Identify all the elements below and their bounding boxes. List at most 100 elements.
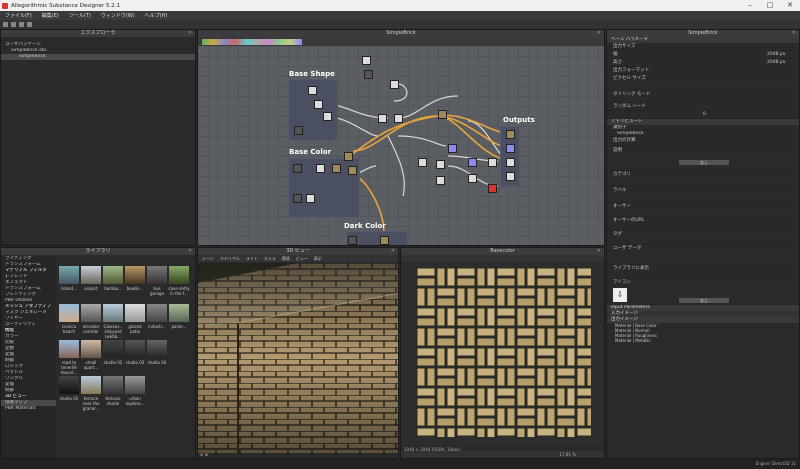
seed-value[interactable]: 0 xyxy=(703,111,706,118)
thumb-image[interactable] xyxy=(169,266,189,284)
prop-author-url[interactable]: オーサーのURL xyxy=(607,217,799,231)
prop-pixel-size[interactable]: ピクセル サイズ xyxy=(607,75,799,91)
open-file-icon[interactable] xyxy=(11,22,16,27)
prop-description[interactable]: 説明 xyxy=(607,147,799,171)
graph-node[interactable] xyxy=(308,86,317,95)
menu-tools[interactable]: ツール(T) xyxy=(69,12,91,19)
prop-show-in-library[interactable]: ライブラリに表示 xyxy=(607,265,799,279)
download-icon[interactable]: ⇩ xyxy=(613,288,627,302)
close-icon[interactable]: ✕ xyxy=(188,248,192,255)
graph-node[interactable] xyxy=(468,174,477,183)
menu-help[interactable]: ヘルプ(H) xyxy=(145,12,168,19)
layout-icon[interactable] xyxy=(27,22,32,27)
close-icon[interactable]: ✕ xyxy=(780,0,800,11)
graph-node[interactable] xyxy=(378,114,387,123)
graph-node[interactable] xyxy=(323,112,332,121)
thumb-image[interactable] xyxy=(125,340,145,358)
maximize-icon[interactable]: □ xyxy=(760,0,780,11)
2d-viewport[interactable] xyxy=(401,263,604,445)
thumb-image[interactable] xyxy=(59,340,79,358)
graph-node[interactable] xyxy=(380,236,389,245)
prop-tags[interactable]: タグ xyxy=(607,231,799,245)
output-node[interactable] xyxy=(506,130,515,139)
minimize-icon[interactable]: – xyxy=(740,0,760,11)
graph-node[interactable] xyxy=(468,158,477,167)
output-node[interactable] xyxy=(506,172,515,181)
close-icon[interactable]: ✕ xyxy=(391,248,395,255)
menu-file[interactable]: ファイル(F) xyxy=(5,12,32,19)
height-value[interactable]: 2048 px xyxy=(767,59,785,66)
3d-menu-display[interactable]: 表示 xyxy=(314,255,322,262)
thumb-image[interactable] xyxy=(103,304,123,322)
prop-label[interactable]: ラベル xyxy=(607,187,799,203)
thumb-image[interactable] xyxy=(147,266,167,284)
output-node[interactable] xyxy=(506,144,515,153)
3d-menu-view[interactable]: ビュー xyxy=(296,255,308,262)
thumb-image[interactable] xyxy=(147,304,167,322)
graph-node[interactable] xyxy=(362,56,371,65)
3d-menu-env[interactable]: 環境 xyxy=(282,255,290,262)
graph-node[interactable] xyxy=(344,152,353,161)
graph-node[interactable] xyxy=(306,194,315,203)
graph-node[interactable] xyxy=(488,184,497,193)
thumb-image[interactable] xyxy=(103,376,123,394)
output-node[interactable] xyxy=(506,158,515,167)
thumb-image[interactable] xyxy=(81,266,101,284)
graph-node[interactable] xyxy=(348,166,357,175)
graph-node[interactable] xyxy=(448,144,457,153)
thumb-image[interactable] xyxy=(81,340,101,358)
prop-seed-value[interactable]: 0 xyxy=(607,111,799,119)
menu-edit[interactable]: 編集(E) xyxy=(42,12,59,19)
prop-category[interactable]: カテゴリ xyxy=(607,171,799,187)
close-icon[interactable]: ✕ xyxy=(188,30,192,37)
thumb-image[interactable] xyxy=(103,340,123,358)
thumb-image[interactable] xyxy=(59,376,79,394)
close-icon[interactable]: ✕ xyxy=(792,30,796,37)
thumb-image[interactable] xyxy=(59,304,79,322)
graph-node[interactable] xyxy=(348,236,357,245)
graph-node[interactable] xyxy=(390,80,399,89)
graph-node[interactable] xyxy=(418,158,427,167)
library-pbr[interactable]: PBR Materials xyxy=(1,406,56,412)
graph-node[interactable] xyxy=(488,158,497,167)
graph-node[interactable] xyxy=(294,126,303,135)
thumb-image[interactable] xyxy=(103,266,123,284)
width-value[interactable]: 2048 px xyxy=(767,51,785,58)
3d-menu-material[interactable]: マテリアル xyxy=(220,255,240,262)
thumb-image[interactable] xyxy=(81,376,101,394)
thumb-image[interactable] xyxy=(147,340,167,358)
graph-node[interactable] xyxy=(438,110,447,119)
prop-author[interactable]: オーサー xyxy=(607,203,799,217)
save-icon[interactable] xyxy=(19,22,24,27)
menu-window[interactable]: ウィンドウ(W) xyxy=(101,12,135,19)
graph-node[interactable] xyxy=(314,100,323,109)
zoom-level[interactable]: 17.81 % xyxy=(559,452,576,457)
3d-menu-light[interactable]: ライト xyxy=(246,255,258,262)
graph-node[interactable] xyxy=(436,160,445,169)
explorer-item-graph[interactable]: SimpleBrick xyxy=(1,54,195,60)
graph-canvas[interactable]: Base Shape Base Color Dark Color Outputs xyxy=(198,46,604,245)
prop-tiling[interactable]: タイリング モード xyxy=(607,91,799,103)
prop-random-seed[interactable]: ランダム シード xyxy=(607,103,799,111)
thumb-image[interactable] xyxy=(81,304,101,322)
graph-node[interactable] xyxy=(316,164,325,173)
new-file-icon[interactable] xyxy=(3,22,8,27)
atomic-nodes-bar[interactable] xyxy=(202,38,302,45)
graph-node[interactable] xyxy=(332,164,341,173)
thumb-image[interactable] xyxy=(169,304,189,322)
graph-node[interactable] xyxy=(394,114,403,123)
thumb-image[interactable] xyxy=(125,376,145,394)
thumb-image[interactable] xyxy=(125,266,145,284)
close-icon[interactable]: ✕ xyxy=(597,30,601,37)
graph-node[interactable] xyxy=(293,194,302,203)
close-icon[interactable]: ✕ xyxy=(597,248,601,255)
3d-menu-scene[interactable]: シーン xyxy=(202,255,214,262)
thumb-image[interactable] xyxy=(125,304,145,322)
output-item[interactable]: Material | Metallic xyxy=(607,338,799,343)
graph-node[interactable] xyxy=(436,176,445,185)
none-button[interactable]: なし xyxy=(679,160,729,165)
graph-node[interactable] xyxy=(293,164,302,173)
thumb-image[interactable] xyxy=(59,266,79,284)
3d-menu-camera[interactable]: カメラ xyxy=(264,255,276,262)
3d-viewport[interactable] xyxy=(198,263,399,453)
